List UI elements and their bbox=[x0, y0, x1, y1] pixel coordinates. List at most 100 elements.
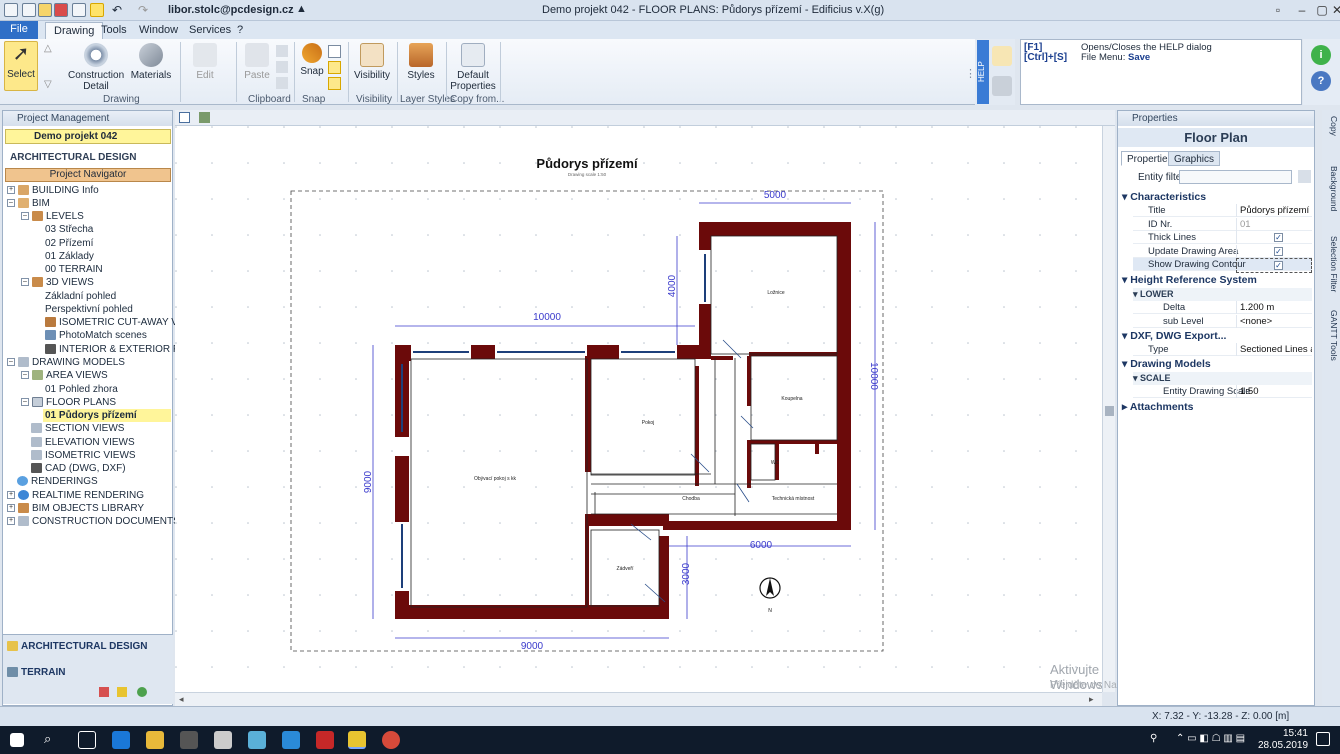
tree-item-photomatch[interactable]: PhotoMatch scenes bbox=[45, 329, 147, 342]
subsection-scale[interactable]: ▾ SCALE bbox=[1133, 372, 1312, 385]
tree-item-bim-objects-library[interactable]: + BIM OBJECTS LIBRARY bbox=[7, 502, 144, 515]
tree-item-3d-views[interactable]: – 3D VIEWS bbox=[21, 276, 94, 289]
tab-file[interactable]: File bbox=[0, 21, 38, 39]
prop-row-entity-drawing-scale[interactable]: Entity Drawing Scale 1:50 bbox=[1133, 385, 1312, 398]
question-icon[interactable]: ? bbox=[1311, 71, 1331, 91]
people-icon[interactable]: ⚲ bbox=[1150, 733, 1157, 744]
side-tab-gantt-tools[interactable]: GANTT Tools bbox=[1323, 310, 1339, 366]
open-folder-icon[interactable] bbox=[38, 3, 52, 17]
prop-value[interactable]: <none> bbox=[1236, 315, 1312, 328]
cut-icon[interactable] bbox=[276, 45, 288, 57]
side-tab-selection-filter[interactable]: Selection Filter bbox=[1323, 236, 1339, 300]
horizontal-scrollbar[interactable]: ◂ ▸ bbox=[175, 692, 1102, 706]
floor-plan-svg[interactable]: Půdorys přízemí Drawing scale 1:50 5000 … bbox=[175, 126, 1102, 692]
prop-row-title[interactable]: Title Půdorys přízemí bbox=[1133, 204, 1312, 217]
thick-lines-checkbox[interactable]: ✓ bbox=[1274, 233, 1283, 242]
store-icon[interactable] bbox=[180, 731, 198, 749]
tree-item-zakladni-pohled[interactable]: Základní pohled bbox=[45, 290, 116, 303]
tree-item-perspektivni-pohled[interactable]: Perspektivní pohled bbox=[45, 303, 133, 316]
section-drawing-models[interactable]: ▾ Drawing Models bbox=[1122, 358, 1312, 371]
file-explorer-icon[interactable] bbox=[146, 731, 164, 749]
snap-button[interactable]: Snap bbox=[298, 43, 326, 77]
edificius-taskbar-icon[interactable] bbox=[348, 731, 366, 749]
help-tag[interactable]: HELP bbox=[977, 40, 989, 104]
prop-row-thick-lines[interactable]: Thick Lines ✓ bbox=[1133, 231, 1312, 244]
palette-options-icon[interactable] bbox=[137, 687, 147, 697]
tree-item-renderings[interactable]: RENDERINGS bbox=[17, 475, 98, 488]
project-name[interactable]: Demo projekt 042 bbox=[5, 129, 171, 144]
clock[interactable]: 15:41 28.05.2019 bbox=[1258, 728, 1308, 752]
tree-item-level-01[interactable]: 01 Základy bbox=[45, 250, 94, 263]
palette-yellow-icon[interactable] bbox=[117, 687, 127, 697]
tab-window[interactable]: Window bbox=[131, 22, 186, 39]
expand-icon[interactable]: + bbox=[7, 186, 15, 195]
task-view-icon[interactable] bbox=[78, 731, 96, 749]
canvas-layer-icon[interactable] bbox=[199, 112, 210, 123]
canvas-tool-icon[interactable] bbox=[179, 112, 190, 123]
workspace-terrain[interactable]: TERRAIN bbox=[7, 667, 171, 681]
tree-item-pudorys-prizemi[interactable]: 01 Půdorys přízemí bbox=[43, 409, 171, 422]
styles-button[interactable]: Styles bbox=[404, 43, 438, 81]
prop-row-delta[interactable]: Delta 1.200 m bbox=[1133, 301, 1312, 314]
undo-icon[interactable]: ↶ bbox=[112, 3, 122, 17]
prop-value[interactable]: ✓ bbox=[1236, 258, 1312, 273]
tree-item-levels[interactable]: – LEVELS bbox=[21, 210, 84, 223]
snap-mesh-icon[interactable] bbox=[328, 77, 341, 90]
tree-item-level-00[interactable]: 00 TERRAIN bbox=[45, 263, 103, 276]
windows-start-icon[interactable] bbox=[10, 733, 24, 747]
edge-icon[interactable] bbox=[112, 731, 130, 749]
search-icon[interactable]: ⌕ bbox=[44, 731, 51, 747]
paste-button[interactable]: Paste bbox=[243, 43, 271, 81]
prop-value[interactable]: ✓ bbox=[1236, 231, 1312, 244]
prop-row-type[interactable]: Type Sectioned Lines and Ha bbox=[1133, 343, 1312, 356]
save-icon[interactable] bbox=[54, 3, 68, 17]
prop-value[interactable]: 1.200 m bbox=[1236, 301, 1312, 314]
collapse-icon[interactable]: – bbox=[21, 212, 29, 221]
help-keyboard-icon[interactable] bbox=[992, 76, 1012, 96]
print-icon[interactable] bbox=[72, 3, 86, 17]
prop-value[interactable]: 1:50 bbox=[1236, 385, 1312, 398]
tree-item-construction-documents[interactable]: + CONSTRUCTION DOCUMENTS bbox=[7, 515, 180, 528]
prop-value[interactable]: Půdorys přízemí bbox=[1236, 204, 1312, 217]
tree-item-cad[interactable]: CAD (DWG, DXF) bbox=[31, 462, 126, 475]
expand-icon[interactable]: + bbox=[7, 491, 15, 500]
section-height-reference[interactable]: ▾ Height Reference System bbox=[1122, 274, 1312, 287]
visibility-button[interactable]: Visibility bbox=[354, 43, 390, 81]
tree-item-pohled-zhora[interactable]: 01 Pohled zhora bbox=[45, 383, 118, 396]
ie-icon[interactable] bbox=[282, 731, 300, 749]
tray-icons[interactable]: ⌃ ▭ ◧ ☖ ▥ ▤ bbox=[1176, 733, 1245, 744]
prop-row-id[interactable]: ID Nr. 01 bbox=[1133, 218, 1312, 231]
tab-tools[interactable]: Tools bbox=[93, 22, 135, 39]
restore-ribbon-icon[interactable]: ▫ bbox=[1266, 2, 1290, 18]
edit-button[interactable]: Edit bbox=[190, 43, 220, 81]
show-drawing-contour-checkbox[interactable]: ✓ bbox=[1274, 261, 1283, 270]
palette-red-icon[interactable] bbox=[99, 687, 109, 697]
prop-row-show-drawing-contour[interactable]: Show Drawing Contour ✓ bbox=[1133, 258, 1312, 273]
redo-icon[interactable]: ↷ bbox=[138, 3, 148, 17]
collapse-icon[interactable]: – bbox=[21, 278, 29, 287]
collapse-icon[interactable]: – bbox=[7, 358, 15, 367]
tree-item-building-info[interactable]: + BUILDING Info bbox=[7, 184, 99, 197]
section-attachments[interactable]: ▸ Attachments bbox=[1122, 401, 1312, 414]
tree-item-isometric-views[interactable]: ISOMETRIC VIEWS bbox=[31, 449, 136, 462]
copy-icon[interactable] bbox=[276, 61, 288, 73]
tree-item-section-views[interactable]: SECTION VIEWS bbox=[31, 422, 124, 435]
prop-row-sub-level[interactable]: sub Level <none> bbox=[1133, 315, 1312, 328]
prop-value[interactable]: ✓ bbox=[1236, 245, 1312, 258]
prop-value[interactable]: 01 bbox=[1236, 218, 1312, 231]
section-dxf-export[interactable]: ▾ DXF, DWG Export... bbox=[1122, 330, 1312, 343]
prop-value[interactable]: Sectioned Lines and Ha bbox=[1236, 343, 1312, 356]
drawing-canvas[interactable]: Půdorys přízemí Drawing scale 1:50 5000 … bbox=[175, 126, 1103, 692]
default-properties-button[interactable]: Default Properties bbox=[450, 43, 496, 92]
select-button[interactable]: ➚ Select bbox=[4, 41, 38, 91]
vertical-scrollbar[interactable] bbox=[1102, 126, 1115, 692]
mail-icon[interactable] bbox=[214, 731, 232, 749]
scroll-right-icon[interactable]: ▸ bbox=[1089, 694, 1094, 705]
tree-item-drawing-models[interactable]: – DRAWING MODELS bbox=[7, 356, 125, 369]
prop-row-update-drawing-area[interactable]: Update Drawing Area ✓ bbox=[1133, 245, 1312, 258]
snap-corner-icon[interactable] bbox=[328, 45, 341, 58]
snap-grid-icon[interactable] bbox=[328, 61, 341, 74]
entity-filter-input[interactable] bbox=[1179, 170, 1292, 184]
help-hand-icon[interactable] bbox=[992, 46, 1012, 66]
construction-detail-button[interactable]: Construction Detail bbox=[68, 43, 124, 92]
